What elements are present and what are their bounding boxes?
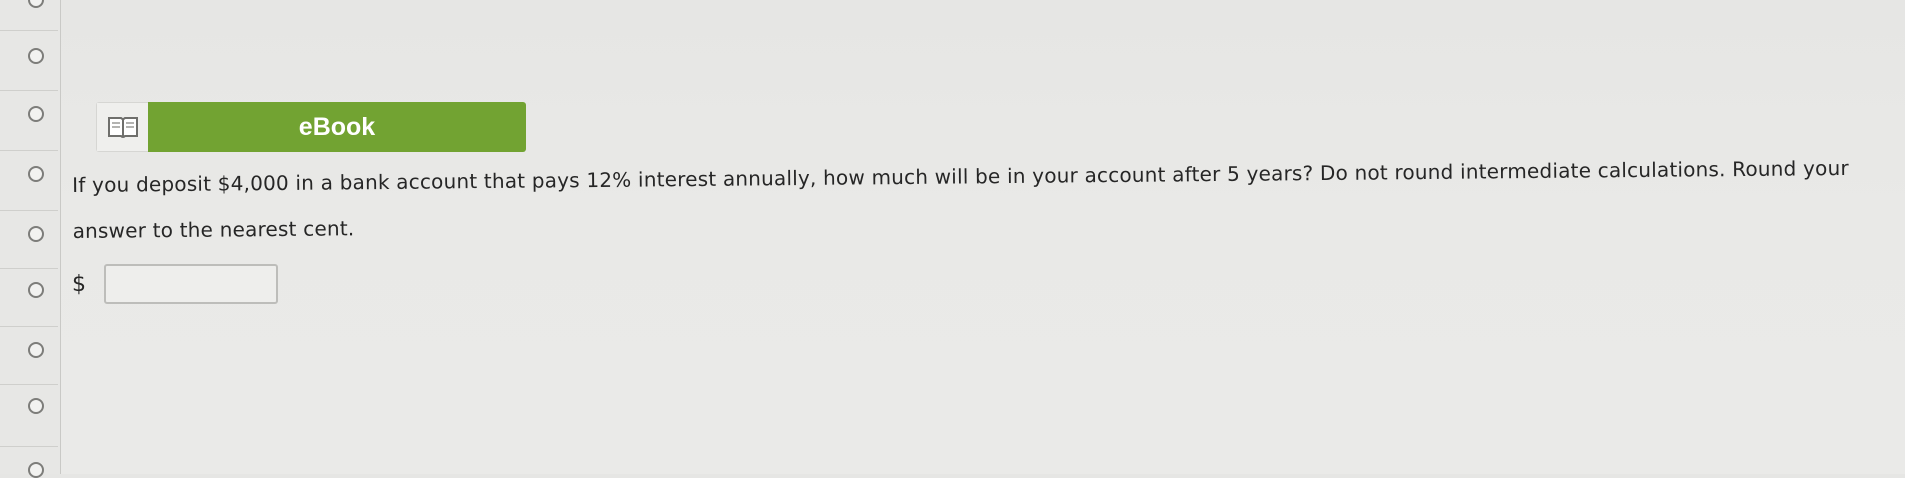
answer-row: $ <box>72 262 278 306</box>
nav-divider <box>0 446 58 447</box>
nav-divider <box>0 90 58 91</box>
nav-divider <box>0 326 58 327</box>
book-icon[interactable] <box>96 102 148 152</box>
nav-divider <box>0 268 58 269</box>
answer-input[interactable] <box>104 264 278 304</box>
question-nav-radio[interactable] <box>28 48 44 64</box>
question-nav-radio[interactable] <box>28 462 44 478</box>
nav-divider <box>0 150 58 151</box>
nav-divider <box>0 30 58 31</box>
question-nav-radio[interactable] <box>28 398 44 414</box>
ebook-button[interactable]: eBook <box>148 102 526 152</box>
currency-symbol: $ <box>72 271 86 297</box>
question-nav-radio[interactable] <box>28 226 44 242</box>
question-text: If you deposit $4,000 in a bank account … <box>72 155 1849 243</box>
ebook-bar: eBook <box>96 102 526 152</box>
question-nav-radio[interactable] <box>28 0 44 8</box>
question-nav-radio[interactable] <box>28 282 44 298</box>
nav-divider <box>0 384 58 385</box>
question-nav-strip <box>0 0 61 478</box>
question-nav-radio[interactable] <box>28 106 44 122</box>
question-nav-radio[interactable] <box>28 166 44 182</box>
nav-divider <box>0 210 58 211</box>
question-nav-radio[interactable] <box>28 342 44 358</box>
